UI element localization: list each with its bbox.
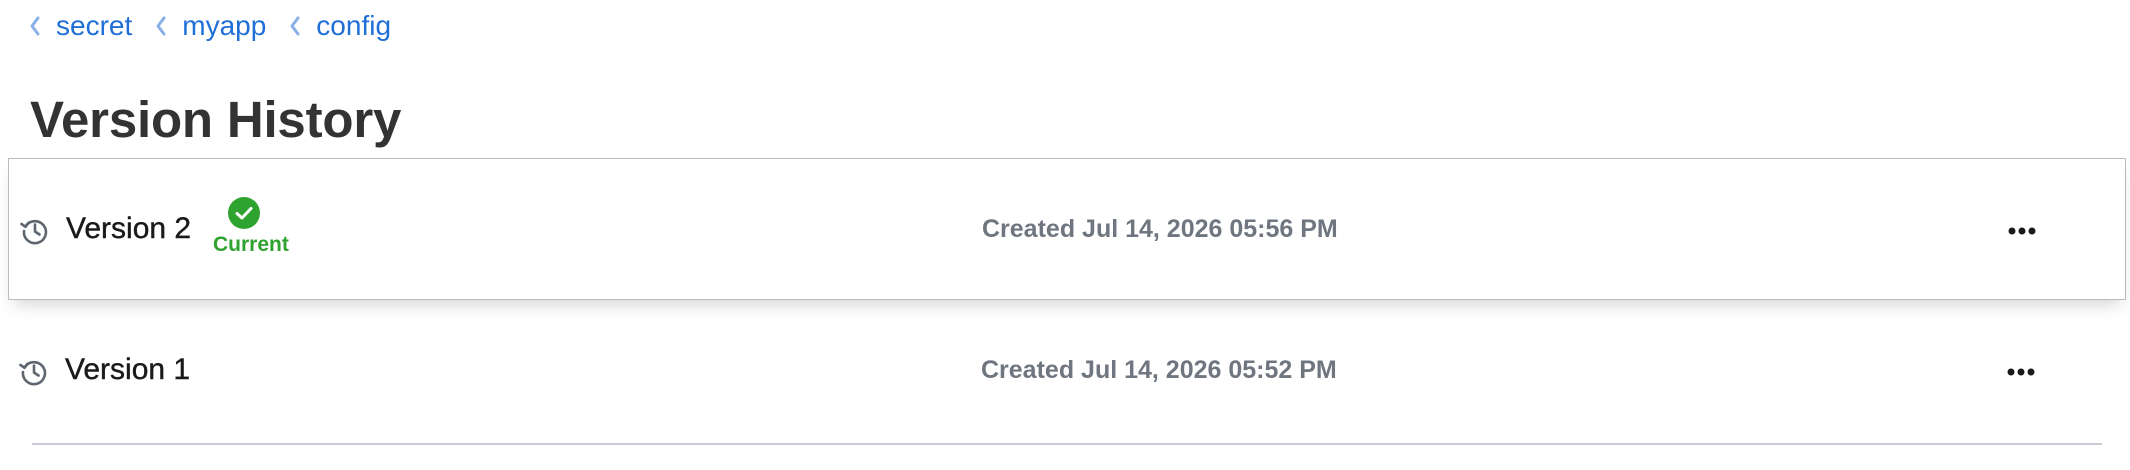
more-actions-button[interactable] — [1998, 354, 2044, 390]
current-badge: Current — [213, 197, 303, 259]
history-icon — [18, 356, 50, 388]
list-divider — [32, 443, 2102, 445]
breadcrumb-label[interactable]: secret — [56, 10, 132, 42]
current-status-label: Current — [213, 233, 289, 256]
check-circle-icon — [228, 197, 260, 229]
more-horizontal-icon — [2007, 368, 2035, 376]
more-actions-button[interactable] — [1999, 213, 2045, 249]
breadcrumb-label[interactable]: myapp — [182, 10, 266, 42]
chevron-left-icon — [28, 14, 42, 38]
chevron-left-icon — [154, 14, 168, 38]
created-timestamp: Created Jul 14, 2026 05:56 PM — [982, 215, 1338, 243]
breadcrumb-item-config[interactable]: config — [288, 10, 391, 42]
chevron-left-icon — [288, 14, 302, 38]
breadcrumb-item-secret[interactable]: secret — [28, 10, 132, 42]
version-name: Version 1 — [65, 353, 191, 386]
history-icon — [19, 215, 51, 247]
more-horizontal-icon — [2008, 227, 2036, 235]
breadcrumb: secret myapp config — [28, 8, 413, 44]
version-row-1[interactable]: Version 1 Created Jul 14, 2026 05:52 PM — [8, 300, 2126, 442]
breadcrumb-label[interactable]: config — [316, 10, 391, 42]
version-name: Version 2 — [66, 212, 192, 245]
page-title: Version History — [30, 91, 402, 148]
version-row-2[interactable]: Version 2 Current Created Jul 14, 2026 0… — [8, 158, 2126, 300]
breadcrumb-item-myapp[interactable]: myapp — [154, 10, 266, 42]
created-timestamp: Created Jul 14, 2026 05:52 PM — [981, 356, 1337, 384]
